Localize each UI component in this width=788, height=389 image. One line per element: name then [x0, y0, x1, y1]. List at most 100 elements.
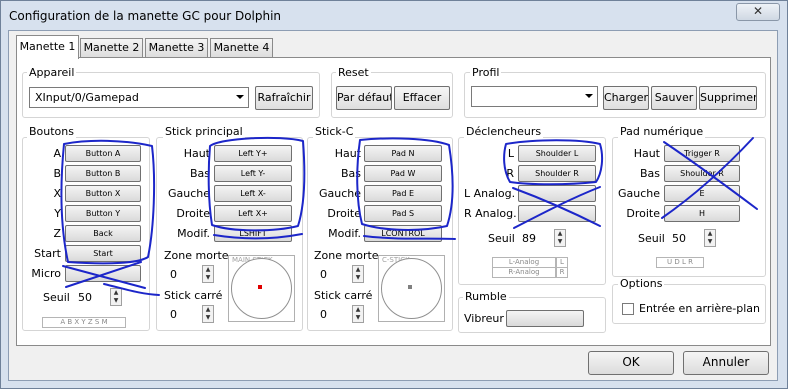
cancel-button[interactable]: Annuler: [683, 351, 769, 375]
clear-button[interactable]: Effacer: [394, 86, 450, 110]
trigger-l-label: L: [507, 147, 514, 160]
spin-down-icon[interactable]: ▼: [353, 274, 363, 282]
spin-up-icon[interactable]: ▲: [705, 230, 715, 238]
rumble-group-label: Rumble: [463, 290, 509, 303]
triggers-threshold-spinner[interactable]: ▲ ▼: [554, 229, 566, 247]
spin-down-icon[interactable]: ▼: [111, 297, 121, 305]
main-stick-right-binding[interactable]: Left X+: [214, 205, 292, 222]
c-stick-right-label: Droite: [327, 207, 361, 220]
main-stick-square-value[interactable]: 0: [170, 308, 177, 321]
button-b-label: B: [53, 167, 61, 180]
c-stick-deadzone-spinner[interactable]: ▲ ▼: [352, 265, 364, 283]
spin-up-icon[interactable]: ▲: [203, 306, 213, 314]
button-x-binding[interactable]: Button X: [65, 185, 141, 202]
ok-button[interactable]: OK: [588, 351, 674, 375]
button-start-binding[interactable]: Start: [65, 245, 141, 262]
dpad-up-label: Haut: [633, 147, 660, 160]
button-start-label: Start: [34, 247, 61, 260]
trigger-r-label: R: [506, 167, 514, 180]
c-stick-up-binding[interactable]: Pad N: [364, 145, 442, 162]
triggers-group-label: Déclencheurs: [464, 125, 544, 138]
main-stick-position-dot: [258, 285, 262, 289]
background-input-label[interactable]: Entrée en arrière-plan: [639, 302, 760, 315]
main-stick-square-label: Stick carré: [164, 289, 223, 302]
delete-profile-button[interactable]: Supprimer: [699, 86, 757, 110]
button-b-binding[interactable]: Button B: [65, 165, 141, 182]
trigger-r-binding[interactable]: Shoulder R: [518, 165, 596, 182]
main-stick-down-binding[interactable]: Left Y-: [214, 165, 292, 182]
vibrator-label: Vibreur: [464, 312, 504, 325]
reset-group-label: Reset: [336, 66, 371, 79]
button-z-label: Z: [53, 227, 61, 240]
button-z-binding[interactable]: Back: [65, 225, 141, 242]
refresh-button[interactable]: Rafraîchir: [255, 86, 313, 110]
tab-manette-1[interactable]: Manette 1: [16, 35, 79, 59]
spin-up-icon[interactable]: ▲: [111, 289, 121, 297]
vibrator-binding[interactable]: [506, 310, 584, 327]
main-stick-group-label: Stick principal: [163, 125, 245, 138]
dpad-up-binding[interactable]: Trigger R: [664, 145, 740, 162]
profile-select[interactable]: [471, 86, 598, 107]
spin-down-icon[interactable]: ▼: [203, 314, 213, 322]
c-stick-left-label: Gauche: [318, 187, 361, 200]
dpad-threshold-value[interactable]: 50: [672, 232, 686, 245]
spin-down-icon[interactable]: ▼: [203, 274, 213, 282]
triggers-threshold-value[interactable]: 89: [522, 232, 536, 245]
buttons-threshold-spinner[interactable]: ▲ ▼: [110, 288, 122, 306]
c-stick-deadzone-value[interactable]: 0: [320, 268, 327, 281]
main-stick-left-binding[interactable]: Left X-: [214, 185, 292, 202]
background-input-checkbox[interactable]: [622, 303, 634, 315]
device-group-label: Appareil: [27, 66, 77, 79]
triggers-state-indicator: L-Analog L R-Analog R: [492, 257, 570, 279]
spin-down-icon[interactable]: ▼: [353, 314, 363, 322]
spin-up-icon[interactable]: ▲: [353, 266, 363, 274]
main-stick-square-spinner[interactable]: ▲ ▼: [202, 305, 214, 323]
main-stick-deadzone-value[interactable]: 0: [170, 268, 177, 281]
tab-manette-4[interactable]: Manette 4: [210, 38, 273, 58]
dpad-threshold-spinner[interactable]: ▲ ▼: [704, 229, 716, 247]
tab-manette-2[interactable]: Manette 2: [80, 38, 143, 58]
save-profile-button[interactable]: Sauver: [651, 86, 697, 110]
c-stick-preview: C-STICK: [378, 255, 445, 322]
buttons-threshold-value[interactable]: 50: [78, 291, 92, 304]
c-stick-modifier-label: Modif.: [328, 227, 361, 240]
spin-down-icon[interactable]: ▼: [705, 238, 715, 246]
main-stick-modifier-binding[interactable]: LSHIFT: [214, 225, 292, 242]
c-stick-right-binding[interactable]: Pad S: [364, 205, 442, 222]
default-button[interactable]: Par défaut: [336, 86, 392, 110]
spin-up-icon[interactable]: ▲: [555, 230, 565, 238]
c-stick-square-spinner[interactable]: ▲ ▼: [352, 305, 364, 323]
spin-up-icon[interactable]: ▲: [353, 306, 363, 314]
main-stick-up-binding[interactable]: Left Y+: [214, 145, 292, 162]
dpad-right-label: Droite: [626, 207, 660, 220]
profile-group-label: Profil: [470, 66, 502, 79]
main-stick-up-label: Haut: [183, 147, 210, 160]
main-stick-preview: MAIN STICK: [228, 255, 295, 322]
spin-down-icon[interactable]: ▼: [555, 238, 565, 246]
spin-up-icon[interactable]: ▲: [203, 266, 213, 274]
button-y-binding[interactable]: Button Y: [65, 205, 141, 222]
c-stick-modifier-binding[interactable]: LCONTROL: [364, 225, 442, 242]
dpad-group-label: Pad numérique: [618, 125, 706, 138]
button-a-binding[interactable]: Button A: [65, 145, 141, 162]
trigger-r-analog-binding[interactable]: [518, 205, 596, 222]
c-stick-square-value[interactable]: 0: [320, 308, 327, 321]
dpad-left-binding[interactable]: E: [664, 185, 740, 202]
tab-manette-3[interactable]: Manette 3: [145, 38, 208, 58]
close-button[interactable]: ✕: [736, 3, 780, 21]
c-stick-down-binding[interactable]: Pad W: [364, 165, 442, 182]
button-micro-binding[interactable]: [65, 265, 141, 282]
trigger-l-binding[interactable]: Shoulder L: [518, 145, 596, 162]
load-profile-button[interactable]: Charger: [603, 86, 649, 110]
dpad-right-binding[interactable]: H: [664, 205, 740, 222]
button-x-label: X: [53, 187, 61, 200]
c-stick-up-label: Haut: [334, 147, 361, 160]
main-stick-down-label: Bas: [189, 167, 210, 180]
main-stick-deadzone-spinner[interactable]: ▲ ▼: [202, 265, 214, 283]
buttons-group-label: Boutons: [27, 125, 76, 138]
c-stick-left-binding[interactable]: Pad E: [364, 185, 442, 202]
r-analog-indicator: R-Analog: [492, 267, 556, 278]
trigger-l-analog-binding[interactable]: [518, 185, 596, 202]
device-select[interactable]: XInput/0/Gamepad: [29, 87, 249, 108]
dpad-down-binding[interactable]: Shoulder R: [664, 165, 740, 182]
